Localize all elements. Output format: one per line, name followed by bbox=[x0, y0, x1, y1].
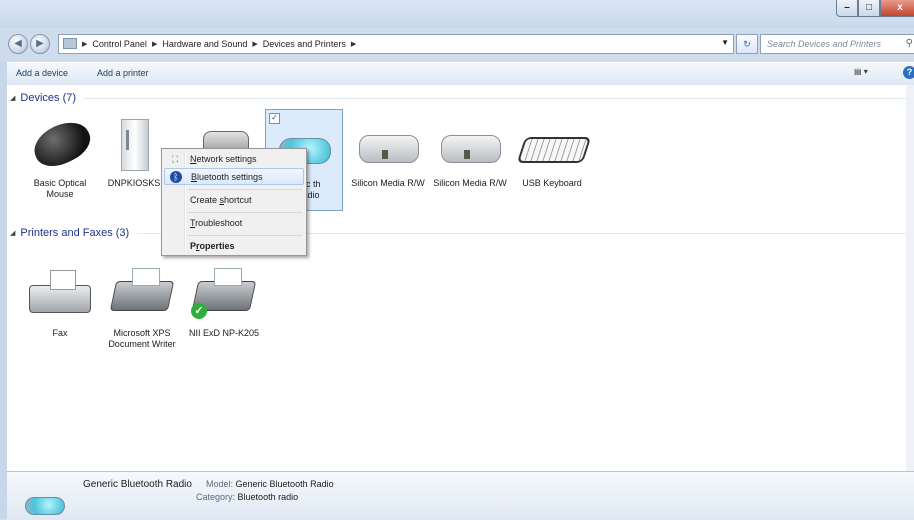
menu-separator bbox=[188, 235, 302, 236]
collapse-triangle-icon[interactable]: ◢ bbox=[10, 94, 15, 102]
device-label: Silicon Media R/W bbox=[433, 178, 507, 188]
close-button[interactable]: x bbox=[880, 0, 914, 17]
change-view-button[interactable]: ▤ ▾ bbox=[854, 67, 878, 76]
details-category-key: Category: bbox=[196, 492, 236, 502]
mouse-icon bbox=[25, 113, 97, 175]
navigation-bar: ◀ ▶ ▶ Control Panel ▶ Hardware and Sound… bbox=[0, 28, 914, 62]
bluetooth-icon: ᛒ bbox=[170, 171, 182, 183]
breadcrumb-separator-icon[interactable]: ▶ bbox=[82, 40, 87, 48]
breadcrumb-separator-icon[interactable]: ▶ bbox=[152, 40, 157, 48]
add-device-button[interactable]: Add a device bbox=[16, 68, 68, 78]
devices-group-header[interactable]: ◢ Devices (7) bbox=[10, 92, 910, 104]
menu-separator bbox=[188, 212, 302, 213]
details-category: Category: Bluetooth radio bbox=[196, 492, 298, 502]
collapse-triangle-icon[interactable]: ◢ bbox=[10, 229, 15, 237]
details-pane: Generic Bluetooth Radio Model: Generic B… bbox=[7, 471, 914, 520]
breadcrumb-separator-icon[interactable]: ▶ bbox=[252, 40, 257, 48]
devices-group-title: Devices (7) bbox=[20, 92, 77, 104]
default-printer-check-icon: ✓ bbox=[191, 303, 207, 319]
forward-arrow-icon: ▶ bbox=[36, 38, 44, 49]
title-bar: – □ x bbox=[0, 0, 914, 28]
menu-item-network-settings[interactable]: ⛶ Network settings bbox=[164, 151, 304, 168]
fax-icon bbox=[25, 263, 95, 325]
control-panel-icon bbox=[63, 38, 77, 49]
search-icon[interactable]: ⚲ bbox=[906, 38, 913, 49]
refresh-icon: ↻ bbox=[743, 39, 751, 49]
search-placeholder: Search Devices and Printers bbox=[767, 39, 882, 49]
help-icon[interactable]: ? bbox=[903, 66, 914, 79]
search-input[interactable]: Search Devices and Printers ⚲ bbox=[760, 34, 914, 54]
printer-label: Microsoft XPS Document Writer bbox=[108, 328, 176, 349]
add-printer-button[interactable]: Add a printer bbox=[97, 68, 149, 78]
breadcrumb-devices-and-printers[interactable]: Devices and Printers bbox=[263, 39, 346, 49]
details-model-value: Generic Bluetooth Radio bbox=[235, 479, 334, 489]
menu-item-create-shortcut[interactable]: Create shortcut bbox=[164, 192, 304, 209]
printer-nii-exd-np-k205[interactable]: ✓ NII ExD NP-K205 bbox=[185, 263, 263, 339]
window-frame-left bbox=[0, 62, 7, 519]
menu-item-label: Create shortcut bbox=[190, 195, 252, 205]
breadcrumb-separator-icon[interactable]: ▶ bbox=[351, 40, 356, 48]
details-model: Model: Generic Bluetooth Radio bbox=[206, 479, 334, 489]
menu-item-properties[interactable]: Properties bbox=[164, 238, 304, 255]
menu-item-troubleshoot[interactable]: Troubleshoot bbox=[164, 215, 304, 232]
device-label: Silicon Media R/W bbox=[351, 178, 425, 188]
menu-item-label: Bluetooth settings bbox=[191, 172, 263, 182]
printer-microsoft-xps-document-writer[interactable]: Microsoft XPS Document Writer bbox=[103, 263, 181, 350]
refresh-button[interactable]: ↻ bbox=[736, 34, 758, 54]
device-usb-keyboard[interactable]: USB Keyboard bbox=[513, 113, 592, 189]
printer-icon: ✓ bbox=[189, 263, 259, 325]
command-bar: Add a device Add a printer ▤ ▾ ? bbox=[7, 62, 914, 86]
details-model-key: Model: bbox=[206, 479, 234, 489]
back-button[interactable]: ◀ bbox=[8, 34, 28, 54]
minimize-icon: – bbox=[844, 2, 850, 13]
device-label: USB Keyboard bbox=[522, 178, 582, 188]
group-divider bbox=[84, 97, 910, 99]
printers-group-title: Printers and Faxes (3) bbox=[20, 227, 130, 239]
printer-label: Fax bbox=[52, 328, 68, 338]
device-silicon-media-rw-1[interactable]: Silicon Media R/W bbox=[349, 113, 427, 189]
vertical-scrollbar[interactable] bbox=[906, 85, 914, 471]
address-dropdown-icon[interactable]: ▼ bbox=[721, 38, 729, 47]
details-category-value: Bluetooth radio bbox=[237, 492, 299, 502]
printer-icon bbox=[107, 263, 177, 325]
computer-tower-icon bbox=[99, 113, 169, 175]
printer-label: NII ExD NP-K205 bbox=[188, 328, 260, 338]
drive-icon bbox=[435, 113, 505, 175]
maximize-icon: □ bbox=[865, 2, 873, 13]
network-icon: ⛶ bbox=[171, 154, 179, 164]
menu-separator bbox=[188, 189, 302, 190]
breadcrumb: ▶ Control Panel ▶ Hardware and Sound ▶ D… bbox=[63, 38, 356, 49]
context-menu: ⛶ Network settings ᛒ Bluetooth settings … bbox=[161, 148, 307, 256]
device-basic-optical-mouse[interactable]: Basic Optical Mouse bbox=[21, 113, 99, 200]
breadcrumb-control-panel[interactable]: Control Panel bbox=[92, 39, 147, 49]
bluetooth-radio-icon bbox=[25, 497, 69, 519]
details-device-name: Generic Bluetooth Radio bbox=[83, 479, 192, 490]
printer-fax[interactable]: Fax bbox=[21, 263, 99, 339]
devices-content-pane: ◢ Devices (7) Basic Optical Mouse DNPKIO… bbox=[7, 85, 914, 471]
minimize-button[interactable]: – bbox=[836, 0, 858, 17]
menu-item-label: Properties bbox=[190, 241, 235, 251]
printers-group-header[interactable]: ◢ Printers and Faxes (3) bbox=[10, 227, 910, 239]
maximize-button[interactable]: □ bbox=[858, 0, 880, 17]
menu-item-label: Troubleshoot bbox=[190, 218, 243, 228]
close-icon: x bbox=[897, 2, 903, 13]
menu-item-label: Network settings bbox=[190, 154, 257, 164]
forward-button[interactable]: ▶ bbox=[30, 34, 50, 54]
device-silicon-media-rw-2[interactable]: Silicon Media R/W bbox=[431, 113, 509, 189]
menu-item-bluetooth-settings[interactable]: ᛒ Bluetooth settings bbox=[164, 168, 304, 185]
back-arrow-icon: ◀ bbox=[14, 38, 22, 49]
keyboard-icon bbox=[516, 113, 592, 175]
address-bar[interactable]: ▶ Control Panel ▶ Hardware and Sound ▶ D… bbox=[58, 34, 734, 54]
drive-icon bbox=[353, 113, 423, 175]
device-label: Basic Optical Mouse bbox=[33, 178, 87, 199]
breadcrumb-hardware-and-sound[interactable]: Hardware and Sound bbox=[162, 39, 247, 49]
window-controls: – □ x bbox=[836, 0, 914, 18]
